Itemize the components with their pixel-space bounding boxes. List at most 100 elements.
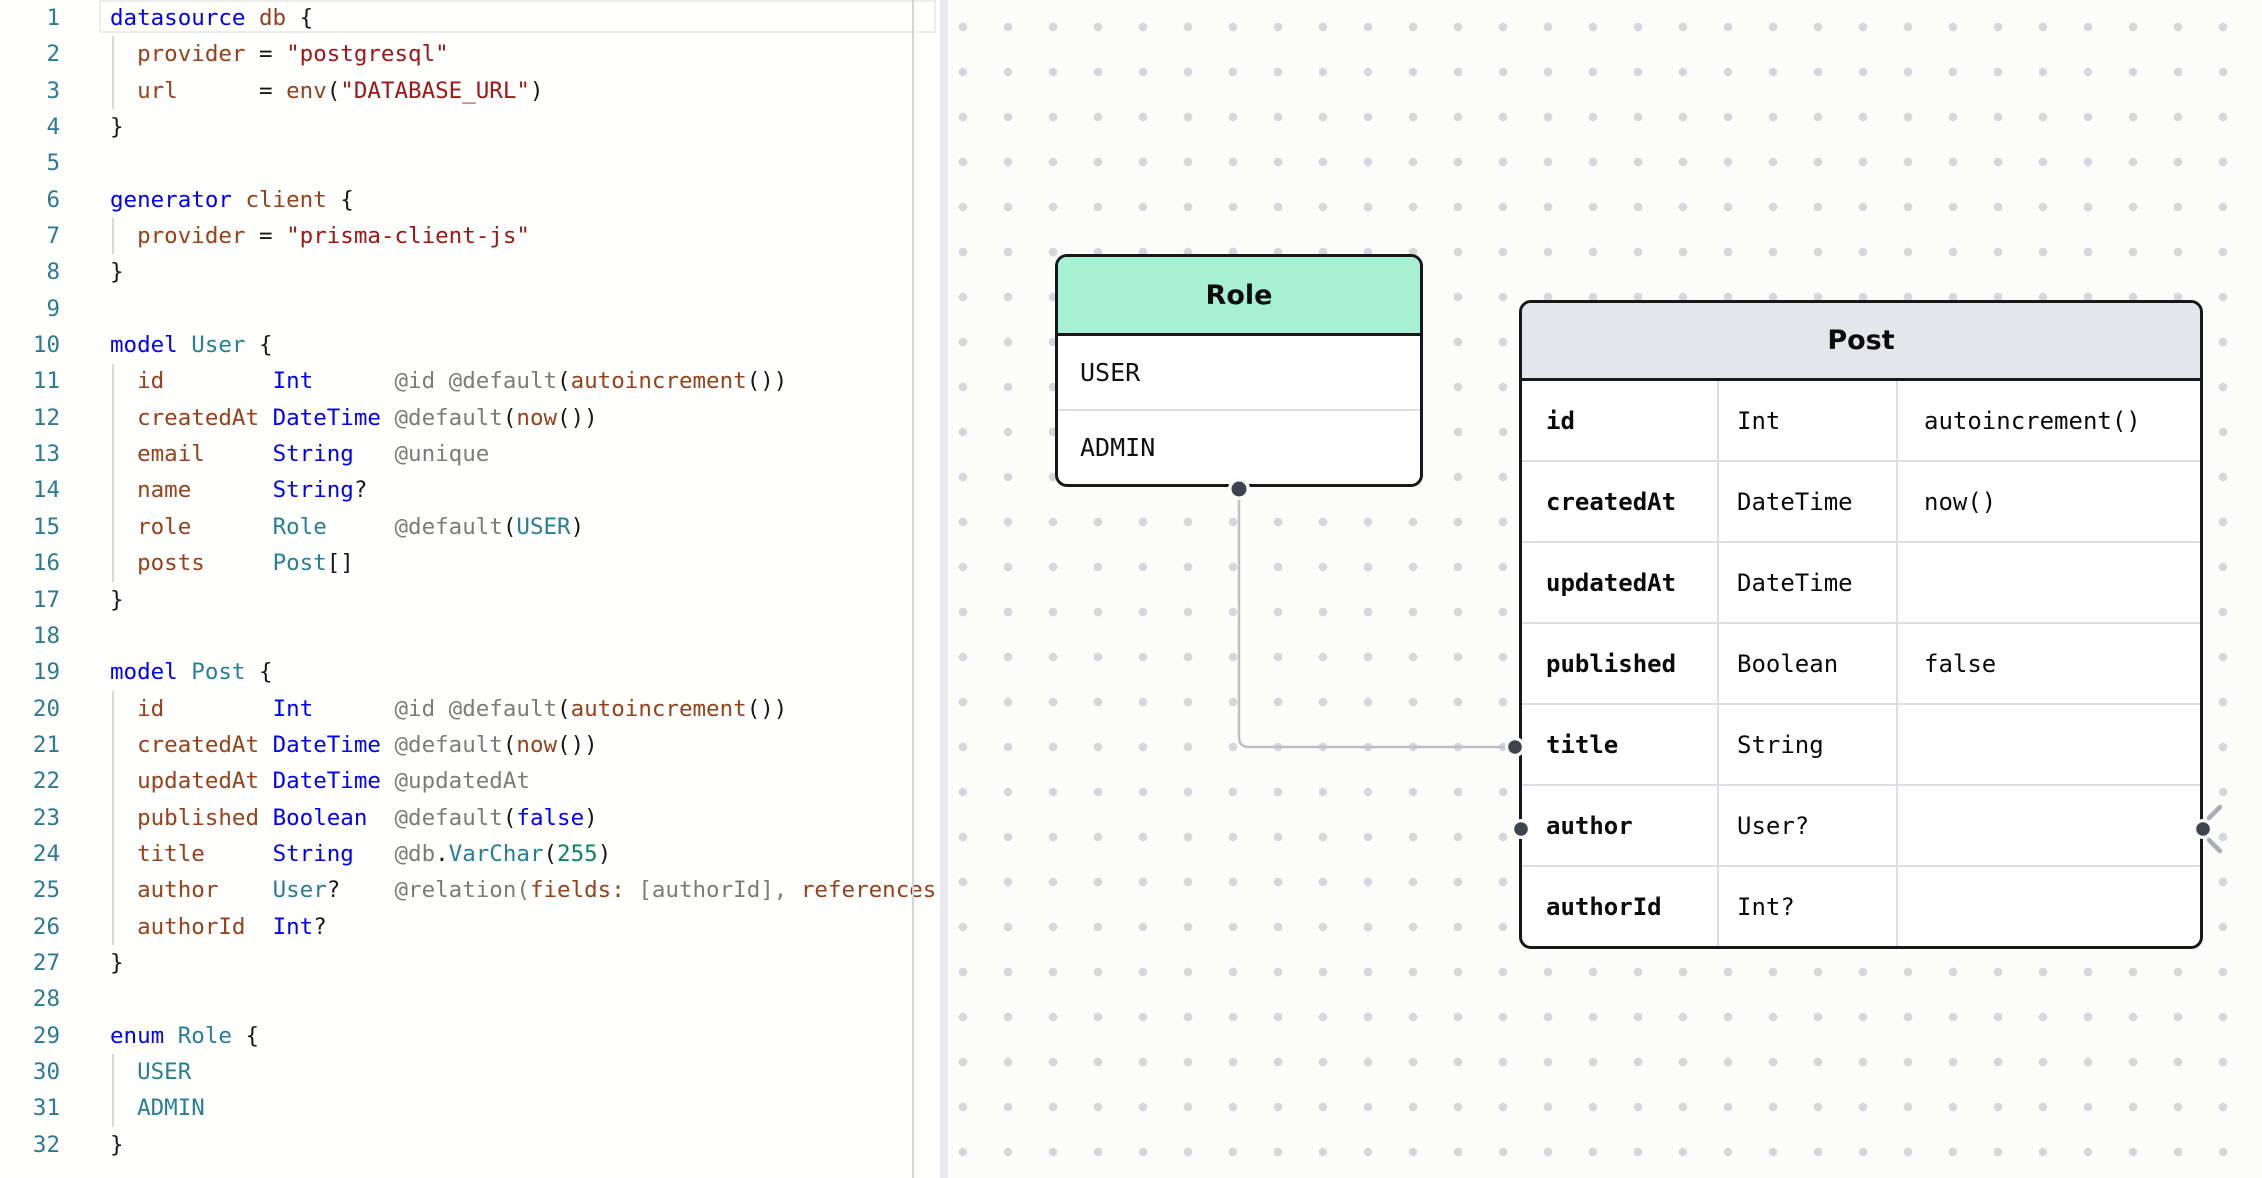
field-name-cell: updatedAt — [1522, 543, 1717, 622]
code-line-text: url = env("DATABASE_URL") — [110, 73, 544, 109]
field-name-cell: authorId — [1522, 867, 1717, 946]
model-field-row[interactable]: updatedAtDateTime — [1522, 541, 2200, 622]
model-field-row[interactable]: idIntautoincrement() — [1522, 381, 2200, 460]
line-number: 26 — [0, 909, 60, 945]
code-line[interactable]: 14 name String? — [0, 472, 940, 508]
line-number: 27 — [0, 945, 60, 981]
code-line-text: authorId Int? — [110, 909, 327, 945]
schema-editor-pane[interactable]: 1datasource db {2 provider = "postgresql… — [0, 0, 940, 1178]
field-type-cell: String — [1717, 705, 1896, 784]
code-line-text: createdAt DateTime @default(now()) — [110, 727, 598, 763]
line-number: 28 — [0, 981, 60, 1017]
code-line[interactable]: 19 model Post { — [0, 654, 940, 690]
code-line[interactable]: 12 createdAt DateTime @default(now()) — [0, 400, 940, 436]
code-line[interactable]: 26 authorId Int? — [0, 909, 940, 945]
line-number: 5 — [0, 145, 60, 181]
erd-table-role[interactable]: Role USERADMIN — [1055, 254, 1423, 487]
line-number: 17 — [0, 582, 60, 618]
code-line-text: author User? @relation(fields: [authorId… — [110, 872, 940, 908]
field-default-cell — [1896, 867, 2200, 946]
code-line[interactable]: 16 posts Post[] — [0, 545, 940, 581]
model-field-row[interactable]: titleString — [1522, 703, 2200, 784]
code-line[interactable]: 31 ADMIN — [0, 1090, 940, 1126]
code-line[interactable]: 32} — [0, 1127, 940, 1163]
field-type-cell: DateTime — [1717, 543, 1896, 622]
code-line[interactable]: 17} — [0, 582, 940, 618]
code-line[interactable]: 9 — [0, 291, 940, 327]
field-default-cell: false — [1896, 624, 2200, 703]
indent-guide — [112, 691, 114, 945]
line-number: 30 — [0, 1054, 60, 1090]
code-line-text: id Int @id @default(autoincrement()) — [110, 363, 787, 399]
code-line[interactable]: 11 id Int @id @default(autoincrement()) — [0, 363, 940, 399]
code-line[interactable]: 29enum Role { — [0, 1018, 940, 1054]
line-number: 19 — [0, 654, 60, 690]
relation-edge-role-user — [1239, 497, 1509, 747]
enum-value-row[interactable]: ADMIN — [1058, 409, 1420, 484]
code-line[interactable]: 21 createdAt DateTime @default(now()) — [0, 727, 940, 763]
line-number: 1 — [0, 0, 60, 36]
field-type-cell: Boolean — [1717, 624, 1896, 703]
code-line[interactable]: 30 USER — [0, 1054, 940, 1090]
line-number: 21 — [0, 727, 60, 763]
code-line[interactable]: 6generator client { — [0, 182, 940, 218]
code-line[interactable]: 3 url = env("DATABASE_URL") — [0, 73, 940, 109]
code-line-text: title String @db.VarChar(255) — [110, 836, 611, 872]
code-line-text: ADMIN — [110, 1090, 205, 1126]
line-number: 24 — [0, 836, 60, 872]
model-field-row[interactable]: authorIdInt? — [1522, 865, 2200, 946]
line-number: 6 — [0, 182, 60, 218]
code-line[interactable]: 1datasource db { — [0, 0, 940, 36]
code-line[interactable]: 4} — [0, 109, 940, 145]
field-name-cell: id — [1522, 381, 1717, 460]
indent-guide — [112, 36, 114, 109]
code-line[interactable]: 20 id Int @id @default(autoincrement()) — [0, 691, 940, 727]
erd-table-post-title: Post — [1522, 303, 2200, 381]
line-number: 11 — [0, 363, 60, 399]
line-number: 8 — [0, 254, 60, 290]
model-field-row[interactable]: authorUser? — [1522, 784, 2200, 865]
editor-ruler — [912, 0, 914, 1178]
code-line[interactable]: 24 title String @db.VarChar(255) — [0, 836, 940, 872]
line-number: 14 — [0, 472, 60, 508]
code-line-text: createdAt DateTime @default(now()) — [110, 400, 598, 436]
code-line[interactable]: 13 email String @unique — [0, 436, 940, 472]
line-number: 7 — [0, 218, 60, 254]
code-line[interactable]: 27} — [0, 945, 940, 981]
relation-edge-clipped-arrow — [2209, 807, 2220, 851]
code-line[interactable]: 28 — [0, 981, 940, 1017]
code-line-text: updatedAt DateTime @updatedAt — [110, 763, 530, 799]
code-line-text: id Int @id @default(autoincrement()) — [110, 691, 787, 727]
field-name-cell: author — [1522, 786, 1717, 865]
erd-table-post[interactable]: Post idIntautoincrement()createdAtDateTi… — [1519, 300, 2203, 949]
code-line[interactable]: 2 provider = "postgresql" — [0, 36, 940, 72]
line-number: 32 — [0, 1127, 60, 1163]
erd-table-role-rows: USERADMIN — [1058, 336, 1420, 484]
code-line[interactable]: 7 provider = "prisma-client-js" — [0, 218, 940, 254]
line-number: 13 — [0, 436, 60, 472]
pane-divider[interactable] — [940, 0, 948, 1178]
code-line[interactable]: 5 — [0, 145, 940, 181]
code-line[interactable]: 15 role Role @default(USER) — [0, 509, 940, 545]
code-line-text: model Post { — [110, 654, 273, 690]
code-line[interactable]: 23 published Boolean @default(false) — [0, 800, 940, 836]
line-number: 29 — [0, 1018, 60, 1054]
erd-table-post-rows: idIntautoincrement()createdAtDateTimenow… — [1522, 381, 2200, 946]
code-line-text: published Boolean @default(false) — [110, 800, 598, 836]
field-default-cell: autoincrement() — [1896, 381, 2200, 460]
indent-guide — [112, 218, 114, 254]
code-line[interactable]: 8} — [0, 254, 940, 290]
model-field-row[interactable]: publishedBooleanfalse — [1522, 622, 2200, 703]
field-default-cell — [1896, 786, 2200, 865]
code-line[interactable]: 10model User { — [0, 327, 940, 363]
code-line[interactable]: 18 — [0, 618, 940, 654]
field-name-cell: published — [1522, 624, 1717, 703]
model-field-row[interactable]: createdAtDateTimenow() — [1522, 460, 2200, 541]
code-line-text: USER — [110, 1054, 191, 1090]
line-number: 22 — [0, 763, 60, 799]
code-line[interactable]: 25 author User? @relation(fields: [autho… — [0, 872, 940, 908]
diagram-canvas[interactable]: Role USERADMIN Post idIntautoincrement()… — [948, 0, 2262, 1178]
code-line[interactable]: 22 updatedAt DateTime @updatedAt — [0, 763, 940, 799]
enum-value-row[interactable]: USER — [1058, 336, 1420, 409]
code-line-text: name String? — [110, 472, 367, 508]
